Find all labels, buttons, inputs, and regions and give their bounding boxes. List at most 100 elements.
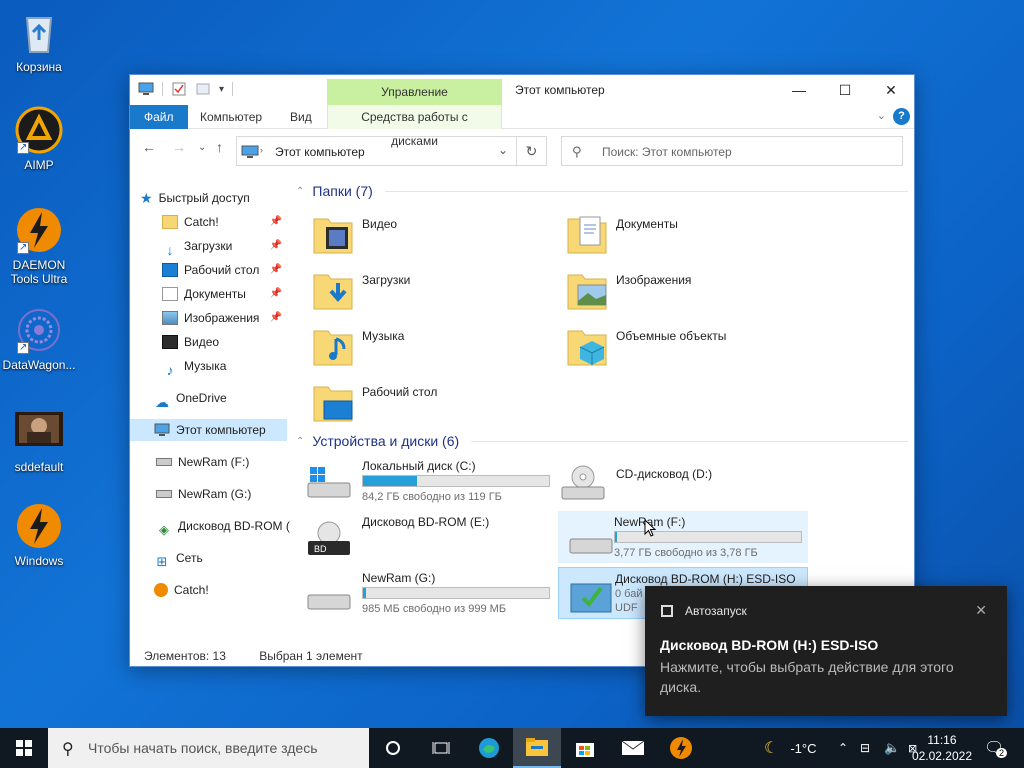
taskbar-daemon-tools[interactable] <box>657 728 705 768</box>
up-button[interactable]: ↑ <box>216 139 223 155</box>
nav-label: Быстрый доступ <box>158 191 250 205</box>
taskbar-mail[interactable] <box>609 728 657 768</box>
folder-documents[interactable]: Документы <box>550 207 800 259</box>
collapse-chevron-icon: ⌃ <box>296 435 305 447</box>
folder-desktop[interactable]: Рабочий стол <box>296 375 546 427</box>
properties-icon[interactable] <box>171 82 187 96</box>
navigation-bar: ← → ⌄ ↑ › Этот компьютер ⌄ ↻ ⚲ Поиск: Эт… <box>130 129 914 167</box>
bd-drive-icon: BD <box>308 521 350 555</box>
task-view-icon <box>432 742 450 754</box>
store-icon <box>576 743 594 757</box>
drive-usage-bar <box>362 475 550 487</box>
cortana-button[interactable] <box>369 728 417 768</box>
drive-g[interactable]: NewRam (G:) 985 МБ свободно из 999 МБ <box>296 567 550 619</box>
taskbar-search-placeholder: Чтобы начать поиск, введите здесь <box>88 740 318 756</box>
drive-e[interactable]: BD Дисковод BD-ROM (E:) <box>296 511 546 563</box>
back-button[interactable]: ← <box>142 139 156 155</box>
tab-disk-tools[interactable]: Средства работы с дисками <box>327 105 502 148</box>
folder-3d-objects[interactable]: Объемные объекты <box>550 319 800 371</box>
nav-item-music[interactable]: ♪ Музыка <box>130 355 290 377</box>
maximize-button[interactable]: ☐ <box>822 75 868 105</box>
expand-ribbon-icon[interactable]: ⌄ <box>877 109 886 122</box>
desktop-icon-windows[interactable]: Windows <box>1 502 77 568</box>
aimp-icon <box>15 106 63 155</box>
volume-icon[interactable]: 🔈 <box>884 728 900 768</box>
shortcut-arrow-icon <box>17 341 29 355</box>
weather-widget[interactable]: ☾ -1°C <box>764 728 817 768</box>
nav-drive-g[interactable]: NewRam (G:) <box>130 483 290 505</box>
nav-item-documents[interactable]: Документы 📌 <box>130 283 290 305</box>
taskbar-file-explorer[interactable] <box>513 728 561 768</box>
desktop-icon-aimp[interactable]: AIMP <box>1 106 77 172</box>
refresh-button[interactable]: ↻ <box>517 136 547 166</box>
task-view-button[interactable] <box>417 728 465 768</box>
address-dropdown-icon[interactable]: ⌄ <box>498 143 508 157</box>
minimize-button[interactable]: — <box>776 75 822 105</box>
drive-name: NewRam (G:) <box>362 571 436 585</box>
desktop-icon-label: sddefault <box>14 460 64 474</box>
folder-videos[interactable]: Видео <box>296 207 546 259</box>
disc-drive-icon: ◈ <box>159 522 169 537</box>
autoplay-notification[interactable]: Автозапуск ✕ Дисковод BD-ROM (H:) ESD-IS… <box>645 586 1007 716</box>
taskbar-clock[interactable]: 11:16 02.02.2022 <box>912 732 972 764</box>
tab-view[interactable]: Вид <box>278 105 324 129</box>
datawagon-icon <box>15 306 63 355</box>
desktop-icon-sddefault[interactable]: sddefault <box>1 412 77 474</box>
network-tray-icon[interactable]: ⊟ <box>860 728 870 768</box>
nav-onedrive[interactable]: ☁ OneDrive <box>130 387 290 409</box>
network-icon: ⊞ <box>156 554 168 569</box>
action-center-button[interactable]: 🗨 2 <box>984 728 1008 768</box>
taskbar-edge[interactable] <box>465 728 513 768</box>
search-input[interactable]: ⚲ Поиск: Этот компьютер <box>561 136 903 166</box>
nav-drive-f[interactable]: NewRam (F:) <box>130 451 290 473</box>
divider <box>384 190 908 192</box>
drive-usage-bar <box>362 587 550 599</box>
tab-file[interactable]: Файл <box>130 105 188 129</box>
notification-close-button[interactable]: ✕ <box>975 602 987 619</box>
new-folder-icon[interactable] <box>195 82 211 96</box>
3d-objects-folder-icon <box>567 330 607 366</box>
show-hidden-icons-button[interactable]: ⌃ <box>838 728 848 768</box>
nav-drive-bd[interactable]: ◈ Дисковод BD-ROM ( <box>130 515 290 537</box>
nav-item-videos[interactable]: Видео <box>130 331 290 353</box>
desktop-icon-daemon-tools[interactable]: DAEMON Tools Ultra <box>1 206 77 286</box>
forward-button[interactable]: → <box>172 139 186 155</box>
drive-c[interactable]: Локальный диск (C:) 84,2 ГБ свободно из … <box>296 455 550 507</box>
nav-label: Catch! <box>184 215 219 229</box>
nav-item-catch[interactable]: Catch! 📌 <box>130 211 290 233</box>
nav-this-pc[interactable]: Этот компьютер <box>130 419 287 441</box>
folder-pictures[interactable]: Изображения <box>550 263 800 315</box>
folder-downloads[interactable]: Загрузки <box>296 263 546 315</box>
nav-item-downloads[interactable]: ↓ Загрузки 📌 <box>130 235 290 257</box>
drive-filesystem: UDF <box>615 602 638 614</box>
explorer-window: ▾ Управление Этот компьютер — ☐ ✕ Файл К… <box>129 74 915 667</box>
nav-catch[interactable]: Catch! <box>130 579 290 601</box>
nav-item-desktop[interactable]: Рабочий стол 📌 <box>130 259 290 281</box>
drive-f[interactable]: NewRam (F:) 3,77 ГБ свободно из 3,78 ГБ <box>558 511 808 563</box>
drive-name: Дисковод BD-ROM (H:) ESD-ISO <box>615 572 796 586</box>
help-icon[interactable]: ? <box>893 108 910 125</box>
group-devices-header[interactable]: ⌃ Устройства и диски (6) <box>296 433 908 449</box>
nav-network[interactable]: ⊞ Сеть <box>130 547 290 569</box>
pin-icon: 📌 <box>269 264 282 275</box>
customize-toolbar-icon[interactable]: ▾ <box>219 84 224 95</box>
close-button[interactable]: ✕ <box>868 75 914 105</box>
nav-quick-access[interactable]: ★ Быстрый доступ <box>130 187 290 209</box>
taskbar-search-box[interactable]: ⚲ Чтобы начать поиск, введите здесь <box>48 728 369 768</box>
group-folders-header[interactable]: ⌃ Папки (7) <box>296 183 908 199</box>
folder-music[interactable]: Музыка <box>296 319 546 371</box>
drive-usage-fill <box>363 476 417 486</box>
taskbar-store[interactable] <box>561 728 609 768</box>
nav-item-pictures[interactable]: Изображения 📌 <box>130 307 290 329</box>
recent-locations-icon[interactable]: ⌄ <box>198 142 206 153</box>
tab-computer[interactable]: Компьютер <box>188 105 274 129</box>
daemon-tools-icon <box>15 502 63 550</box>
start-button[interactable] <box>0 728 48 768</box>
nav-label: NewRam (F:) <box>178 455 250 469</box>
drive-d[interactable]: CD-дисковод (D:) <box>550 455 800 507</box>
address-bar[interactable]: › Этот компьютер ⌄ <box>236 136 517 166</box>
desktop-icon-recycle-bin[interactable]: Корзина <box>1 8 77 74</box>
computer-icon <box>241 145 259 158</box>
desktop-icon-datawagon[interactable]: DataWagon... <box>1 306 77 372</box>
collapse-chevron-icon: ⌃ <box>296 185 305 197</box>
